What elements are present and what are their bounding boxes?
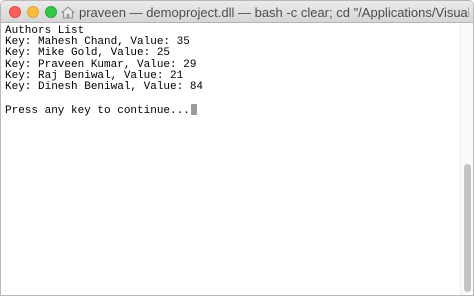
vertical-scrollbar[interactable] [460,24,473,295]
title-bar[interactable]: praveen — demoproject.dll — bash -c clea… [1,1,473,23]
window-title-area: praveen — demoproject.dll — bash -c clea… [61,1,469,23]
minimize-button[interactable] [27,6,39,18]
terminal-window: praveen — demoproject.dll — bash -c clea… [0,0,474,296]
console-line: Key: Mike Gold, Value: 25 [5,47,171,60]
home-folder-icon [61,5,75,18]
console-prompt-line: Press any key to continue... [5,104,461,118]
maximize-button[interactable] [45,6,57,18]
scrollbar-thumb[interactable] [464,164,471,292]
text-cursor [190,104,197,116]
console-line: Key: Dinesh Beniwal, Value: 84 [5,80,204,93]
console-prompt-text: Press any key to continue... [5,105,190,118]
window-title: praveen — demoproject.dll — bash -c clea… [79,4,469,20]
console-output[interactable]: Authors List Key: Mahesh Chand, Value: 3… [1,24,461,295]
close-button[interactable] [9,6,21,18]
